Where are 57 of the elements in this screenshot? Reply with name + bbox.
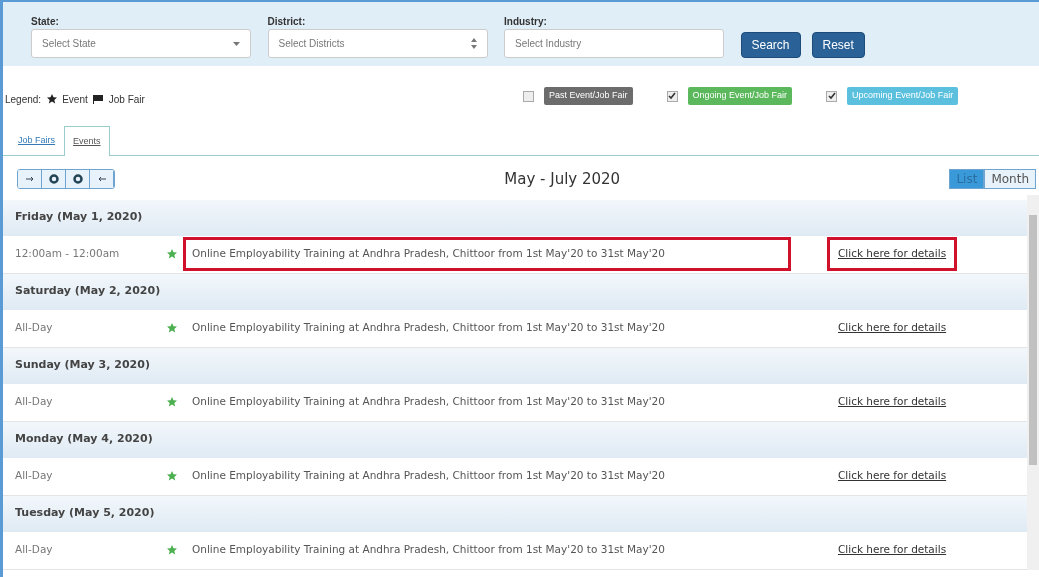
legend-text: Job Fair [108,92,145,107]
select-field[interactable]: Select State [31,29,251,58]
action-button[interactable]: Search [740,32,801,58]
input-field[interactable]: Select Industry [504,29,724,58]
status-tag: Past Event/Job Fair [544,87,633,105]
legend-label: Legend: [5,92,42,107]
day-header: Sunday (May 3, 2020) [3,347,1027,384]
field-label: Industry: [504,15,548,29]
event-title: Online Employability Training at Andhra Pradesh, Chittoor from 1st May'20 to 31st May'20 [191,542,666,558]
tab[interactable]: Job Fairs [9,124,64,155]
flag-icon [93,94,104,104]
circle-icon [72,174,83,185]
circle-icon [48,174,59,185]
day-header: Saturday (May 2, 2020) [3,273,1027,310]
event-time: All-Day [14,468,54,484]
legend-text: Event [62,92,88,107]
arrow-icon [25,176,34,183]
star-icon [167,323,177,333]
event-time: All-Day [14,394,54,410]
details-link[interactable]: Click here for details [827,459,958,493]
day-header: Friday (May 1, 2020) [3,199,1027,236]
field-label: District: [267,15,307,29]
input-field[interactable]: Select Districts [267,29,488,58]
event-time: 12:00am - 12:00am [14,246,121,262]
event-time: All-Day [14,542,54,558]
star-icon [167,545,177,555]
star-icon [167,397,177,407]
scrollbar[interactable] [1027,194,1039,570]
arrow-icon [97,176,106,183]
tab[interactable]: Events [64,125,110,156]
field-label: State: [31,15,60,29]
spinner-icon [470,38,477,49]
star-icon [167,249,177,259]
details-link[interactable]: Click here for details [827,385,958,419]
day-header: Tuesday (May 5, 2020) [3,495,1027,532]
details-link[interactable]: Click here for details [827,311,958,345]
event-title: Online Employability Training at Andhra Pradesh, Chittoor from 1st May'20 to 31st May'20 [191,468,666,484]
nav-button[interactable] [66,170,90,189]
event-title: Online Employability Training at Andhra Pradesh, Chittoor from 1st May'20 to 31st May'20 [191,394,666,410]
nav-button[interactable] [42,170,66,189]
star-icon [46,94,57,104]
status-tag: Upcoming Event/Job Fair [847,87,959,105]
event-title: Online Employability Training at Andhra Pradesh, Chittoor from 1st May'20 to 31st May'20 [191,320,666,336]
view-button[interactable]: Month [984,169,1036,190]
checkbox[interactable] [826,90,838,102]
event-title: Online Employability Training at Andhra Pradesh, Chittoor from 1st May'20 to 31st May'20 [183,237,791,271]
star-icon [167,471,177,481]
range-title: May - July 2020 [504,169,621,190]
status-tag: Ongoing Event/Job Fair [687,87,793,105]
caret-icon [233,41,240,46]
day-header: Monday (May 4, 2020) [3,421,1027,458]
event-time: All-Day [14,320,54,336]
details-link[interactable]: Click here for details [827,237,958,271]
action-button[interactable]: Reset [811,32,865,58]
checkbox[interactable] [666,90,678,102]
details-link[interactable]: Click here for details [827,533,958,567]
checkbox[interactable] [523,90,534,102]
